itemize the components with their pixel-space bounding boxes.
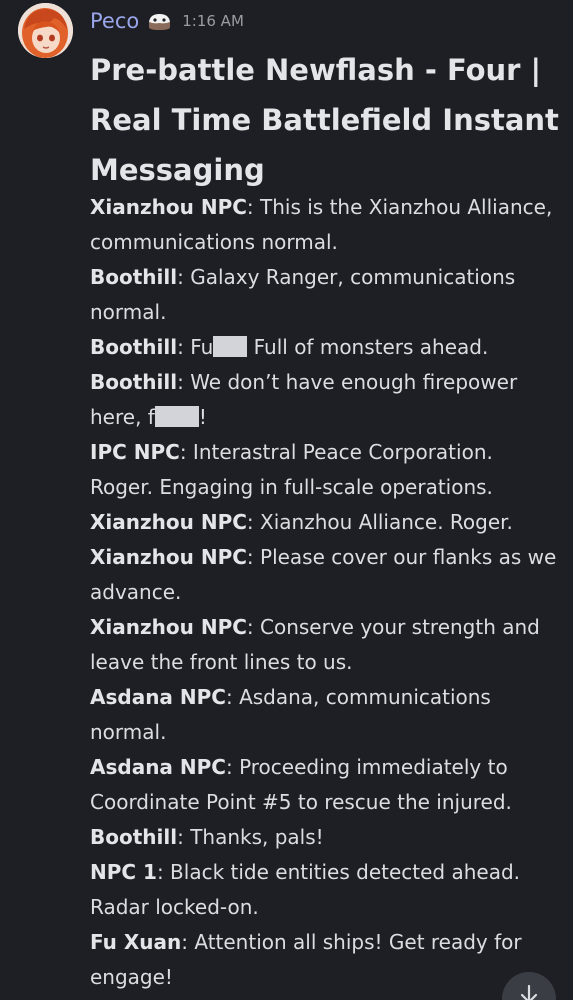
speaker-name: Xianzhou NPC (90, 545, 247, 569)
dialogue-text: : Thanks, pals! (177, 825, 324, 849)
list-item: Asdana NPC: Asdana, communications norma… (90, 680, 560, 750)
snowy-cake-icon (147, 11, 172, 31)
list-item: NPC 1: Black tide entities detected ahea… (90, 855, 560, 925)
dialogue-text: ! (198, 405, 207, 429)
speaker-name: Boothill (90, 370, 178, 394)
redaction-block (154, 406, 199, 427)
list-item: Xianzhou NPC: Xianzhou Alliance. Roger. (90, 505, 560, 540)
speaker-name: Xianzhou NPC (90, 615, 247, 639)
message-body: Xianzhou NPC: This is the Xianzhou Allia… (90, 190, 560, 995)
arrow-down-icon (520, 984, 538, 1000)
list-item: IPC NPC: Interastral Peace Corporation. … (90, 435, 560, 505)
list-item: Boothill: Thanks, pals! (90, 820, 560, 855)
speaker-name: Fu Xuan (90, 930, 182, 954)
list-item: Boothill: Galaxy Ranger, communications … (90, 260, 560, 330)
list-item: Xianzhou NPC: This is the Xianzhou Allia… (90, 190, 560, 260)
speaker-name: Asdana NPC (90, 685, 226, 709)
redaction-block (213, 336, 248, 357)
dialogue-text: : Xianzhou Alliance. Roger. (246, 510, 513, 534)
dialogue-text: : Fu (177, 335, 214, 359)
list-item: Boothill: We don’t have enough firepower… (90, 365, 560, 435)
list-item: Fu Xuan: Attention all ships! Get ready … (90, 925, 560, 995)
dialogue-text: Full of monsters ahead. (247, 335, 489, 359)
chat-message: Peco 1:16 AM Pre-battle Newflash - Four … (0, 0, 573, 1000)
list-item: Xianzhou NPC: Conserve your strength and… (90, 610, 560, 680)
speaker-name: Boothill (90, 265, 178, 289)
message-header: Peco 1:16 AM (90, 6, 244, 36)
anime-avatar-icon (18, 3, 73, 58)
list-item: Xianzhou NPC: Please cover our flanks as… (90, 540, 560, 610)
username[interactable]: Peco (90, 9, 139, 33)
speaker-name: Asdana NPC (90, 755, 226, 779)
list-item: Asdana NPC: Proceeding immediately to Co… (90, 750, 560, 820)
timestamp: 1:16 AM (182, 12, 244, 30)
avatar[interactable] (18, 3, 73, 58)
list-item: Boothill: Fu Full of monsters ahead. (90, 330, 560, 365)
speaker-name: Boothill (90, 335, 178, 359)
speaker-name: Xianzhou NPC (90, 195, 247, 219)
speaker-name: NPC 1 (90, 860, 157, 884)
speaker-name: Boothill (90, 825, 178, 849)
speaker-name: Xianzhou NPC (90, 510, 247, 534)
speaker-name: IPC NPC (90, 440, 180, 464)
post-title: Pre-battle Newflash - Four | Real Time B… (90, 53, 559, 187)
